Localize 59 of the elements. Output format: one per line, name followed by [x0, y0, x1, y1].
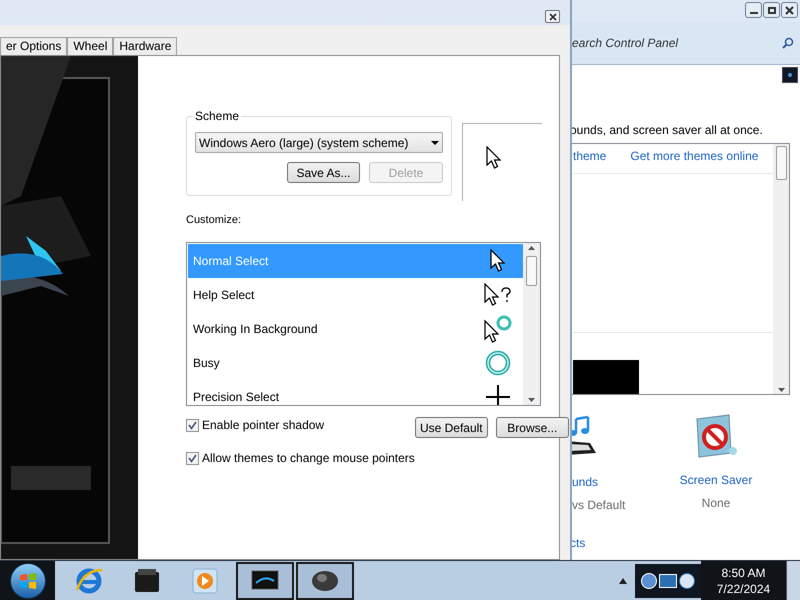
- cursor-list-item[interactable]: Precision Select: [188, 380, 523, 405]
- tray-icons[interactable]: [635, 564, 701, 598]
- item-title-link[interactable]: Screen Saver: [680, 471, 752, 489]
- item-title-link[interactable]: unds: [572, 473, 598, 491]
- help-cursor-icon: [484, 283, 512, 307]
- push-button[interactable]: Use Default: [414, 417, 488, 438]
- search-icon: [782, 37, 794, 49]
- cursor-list-item[interactable]: Help Select: [188, 278, 523, 312]
- scrollbar[interactable]: [773, 144, 789, 394]
- show-desktop-button[interactable]: [786, 561, 800, 600]
- tab[interactable]: er Options: [0, 37, 68, 55]
- restore-button[interactable]: [763, 2, 780, 18]
- link[interactable]: Get more themes online: [630, 147, 758, 165]
- push-button[interactable]: Save As...: [287, 162, 360, 183]
- scheme-dropdown[interactable]: Windows Aero (large) (system scheme): [195, 132, 443, 153]
- busy-arrow-cursor-icon: [484, 314, 512, 344]
- tray-arrow-icon[interactable]: [619, 578, 627, 584]
- tab[interactable]: Wheel: [67, 37, 114, 55]
- folder-icon: [132, 566, 162, 594]
- item-subtitle: vs Default: [572, 497, 626, 514]
- push-button[interactable]: Browse...: [496, 417, 569, 438]
- theme-thumbnail[interactable]: [573, 360, 639, 394]
- scroll-down-icon: [778, 388, 784, 392]
- scrollbar[interactable]: [523, 243, 540, 405]
- tab[interactable]: Hardware: [113, 37, 178, 55]
- checkbox-label: Allow themes to change mouse pointers: [202, 450, 415, 467]
- arrow-cursor-icon: [486, 146, 502, 170]
- arrow-cursor-icon: [490, 249, 506, 273]
- crosshair-icon: [486, 385, 510, 405]
- help-icon[interactable]: [782, 67, 798, 83]
- taskbar-button[interactable]: [236, 562, 294, 600]
- caret-icon: [431, 140, 439, 144]
- busy-ring-icon: [485, 350, 511, 376]
- cursor-list-item[interactable]: Busy: [188, 346, 523, 380]
- start-button[interactable]: [10, 562, 46, 598]
- customize-label: Customize:: [186, 213, 242, 227]
- scroll-down-icon: [528, 398, 535, 402]
- windows-logo: [18, 572, 36, 588]
- close-button[interactable]: [545, 10, 560, 23]
- link[interactable]: theme: [573, 147, 606, 165]
- clock-time: 8:50 AM: [721, 564, 766, 580]
- close-button[interactable]: [781, 2, 798, 18]
- scroll-up-icon: [528, 246, 535, 250]
- scroll-thumb[interactable]: [526, 256, 537, 286]
- clock-date: 7/22/2024: [716, 580, 770, 596]
- item-subtitle: None: [702, 495, 730, 512]
- monitor-icon: [250, 568, 280, 592]
- minimize-button[interactable]: [745, 2, 762, 18]
- scroll-thumb[interactable]: [776, 146, 786, 180]
- media-player-icon: [191, 566, 219, 594]
- taskbar-button[interactable]: [296, 562, 354, 600]
- checkbox[interactable]: [186, 452, 199, 464]
- group-label: Scheme: [193, 109, 242, 123]
- close-icon: [548, 12, 556, 20]
- close-icon: [785, 6, 794, 14]
- checkbox[interactable]: [186, 418, 199, 432]
- browser-icon: [74, 566, 104, 596]
- cursor-list-item[interactable]: Working In Background: [188, 312, 523, 346]
- checkbox-label: Enable pointer shadow: [202, 417, 324, 434]
